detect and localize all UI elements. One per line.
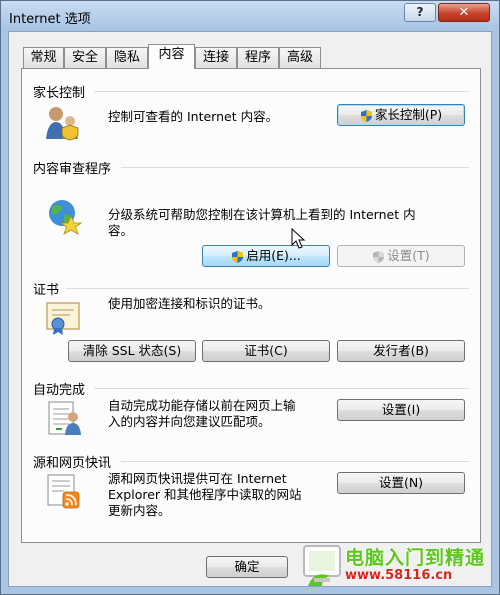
settings-button-label: 设置(T) bbox=[387, 248, 430, 263]
feeds-settings-button[interactable]: 设置(N) bbox=[337, 472, 465, 494]
clear-ssl-state-button[interactable]: 清除 SSL 状态(S) bbox=[68, 340, 196, 362]
title-bar[interactable]: Internet 选项 ? ✕ bbox=[1, 1, 499, 31]
certificates-description: 使用加密连接和标识的证书。 bbox=[108, 296, 271, 311]
dialog-window: Internet 选项 ? ✕ 常规 安全 隐私 内容 连接 程序 高级 家长控… bbox=[0, 0, 500, 595]
tab-privacy[interactable]: 隐私 bbox=[106, 47, 148, 68]
content-advisor-icon bbox=[49, 200, 83, 235]
window-title: Internet 选项 bbox=[9, 12, 91, 27]
parental-controls-description: 控制可查看的 Internet 内容。 bbox=[108, 109, 279, 124]
feeds-icon bbox=[47, 474, 80, 509]
group-divider bbox=[121, 167, 469, 168]
autocomplete-icon bbox=[48, 401, 81, 435]
watermark-logo-icon bbox=[303, 545, 341, 586]
tab-general[interactable]: 常规 bbox=[23, 47, 64, 68]
feeds-description-line3: 更新内容。 bbox=[108, 503, 171, 518]
content-advisor-heading: 内容审查程序 bbox=[33, 162, 112, 177]
certificates-heading: 证书 bbox=[33, 283, 60, 298]
help-button[interactable]: ? bbox=[404, 3, 436, 22]
tab-strip: 常规 安全 隐私 内容 连接 程序 高级 bbox=[21, 44, 481, 69]
close-button[interactable]: ✕ bbox=[438, 3, 490, 22]
enable-button-label: 启用(E)... bbox=[246, 248, 301, 263]
feeds-description-line1: 源和网页快讯提供可在 Internet bbox=[108, 471, 287, 486]
parental-controls-icon bbox=[46, 107, 79, 141]
parental-controls-button-label: 家长控制(P) bbox=[374, 107, 443, 122]
content-advisor-description-line2: 容。 bbox=[108, 223, 134, 238]
site-watermark: 电脑入门到精通 www.58116.cn bbox=[300, 540, 500, 595]
tab-connections[interactable]: 连接 bbox=[195, 47, 237, 68]
tab-security[interactable]: 安全 bbox=[64, 47, 106, 68]
feeds-description-line2: Explorer 和其他程序中读取的网站 bbox=[108, 487, 302, 502]
content-advisor-description-line1: 分级系统可帮助您控制在该计算机上看到的 Internet 内 bbox=[108, 207, 416, 222]
ok-button[interactable]: 确定 bbox=[206, 556, 288, 578]
content-tab-panel: 家长控制 控制可查看的 Internet 内容。 家长控制(P) 内容审查程序 bbox=[21, 68, 481, 543]
autocomplete-heading: 自动完成 bbox=[33, 383, 86, 398]
watermark-title: 电脑入门到精通 bbox=[345, 547, 486, 569]
feeds-heading: 源和网页快讯 bbox=[33, 456, 112, 471]
parental-controls-button[interactable]: 家长控制(P) bbox=[337, 104, 465, 126]
dialog-client-area: 常规 安全 隐私 内容 连接 程序 高级 家长控制 控制可查看的 Interne… bbox=[8, 31, 492, 587]
group-divider bbox=[94, 388, 469, 389]
uac-shield-icon bbox=[232, 250, 244, 263]
certificate-icon bbox=[46, 302, 80, 335]
watermark-url: www.58116.cn bbox=[345, 568, 453, 583]
uac-shield-icon bbox=[360, 109, 372, 122]
autocomplete-settings-button[interactable]: 设置(I) bbox=[337, 399, 465, 421]
certificates-button[interactable]: 证书(C) bbox=[202, 340, 330, 362]
tab-programs[interactable]: 程序 bbox=[237, 47, 279, 68]
group-divider bbox=[66, 288, 469, 289]
autocomplete-description-line1: 自动完成功能存储以前在网页上输 bbox=[108, 398, 296, 413]
group-divider bbox=[121, 461, 469, 462]
group-divider bbox=[94, 91, 469, 92]
tab-content[interactable]: 内容 bbox=[148, 44, 195, 69]
parental-controls-heading: 家长控制 bbox=[33, 86, 86, 101]
uac-shield-icon bbox=[373, 250, 385, 263]
content-advisor-enable-button[interactable]: 启用(E)... bbox=[202, 245, 330, 267]
content-advisor-settings-button[interactable]: 设置(T) bbox=[337, 245, 465, 267]
autocomplete-description-line2: 入的内容并向您建议匹配项。 bbox=[108, 414, 271, 429]
publishers-button[interactable]: 发行者(B) bbox=[337, 340, 465, 362]
tab-advanced[interactable]: 高级 bbox=[279, 47, 321, 68]
mouse-cursor-icon bbox=[291, 228, 306, 249]
